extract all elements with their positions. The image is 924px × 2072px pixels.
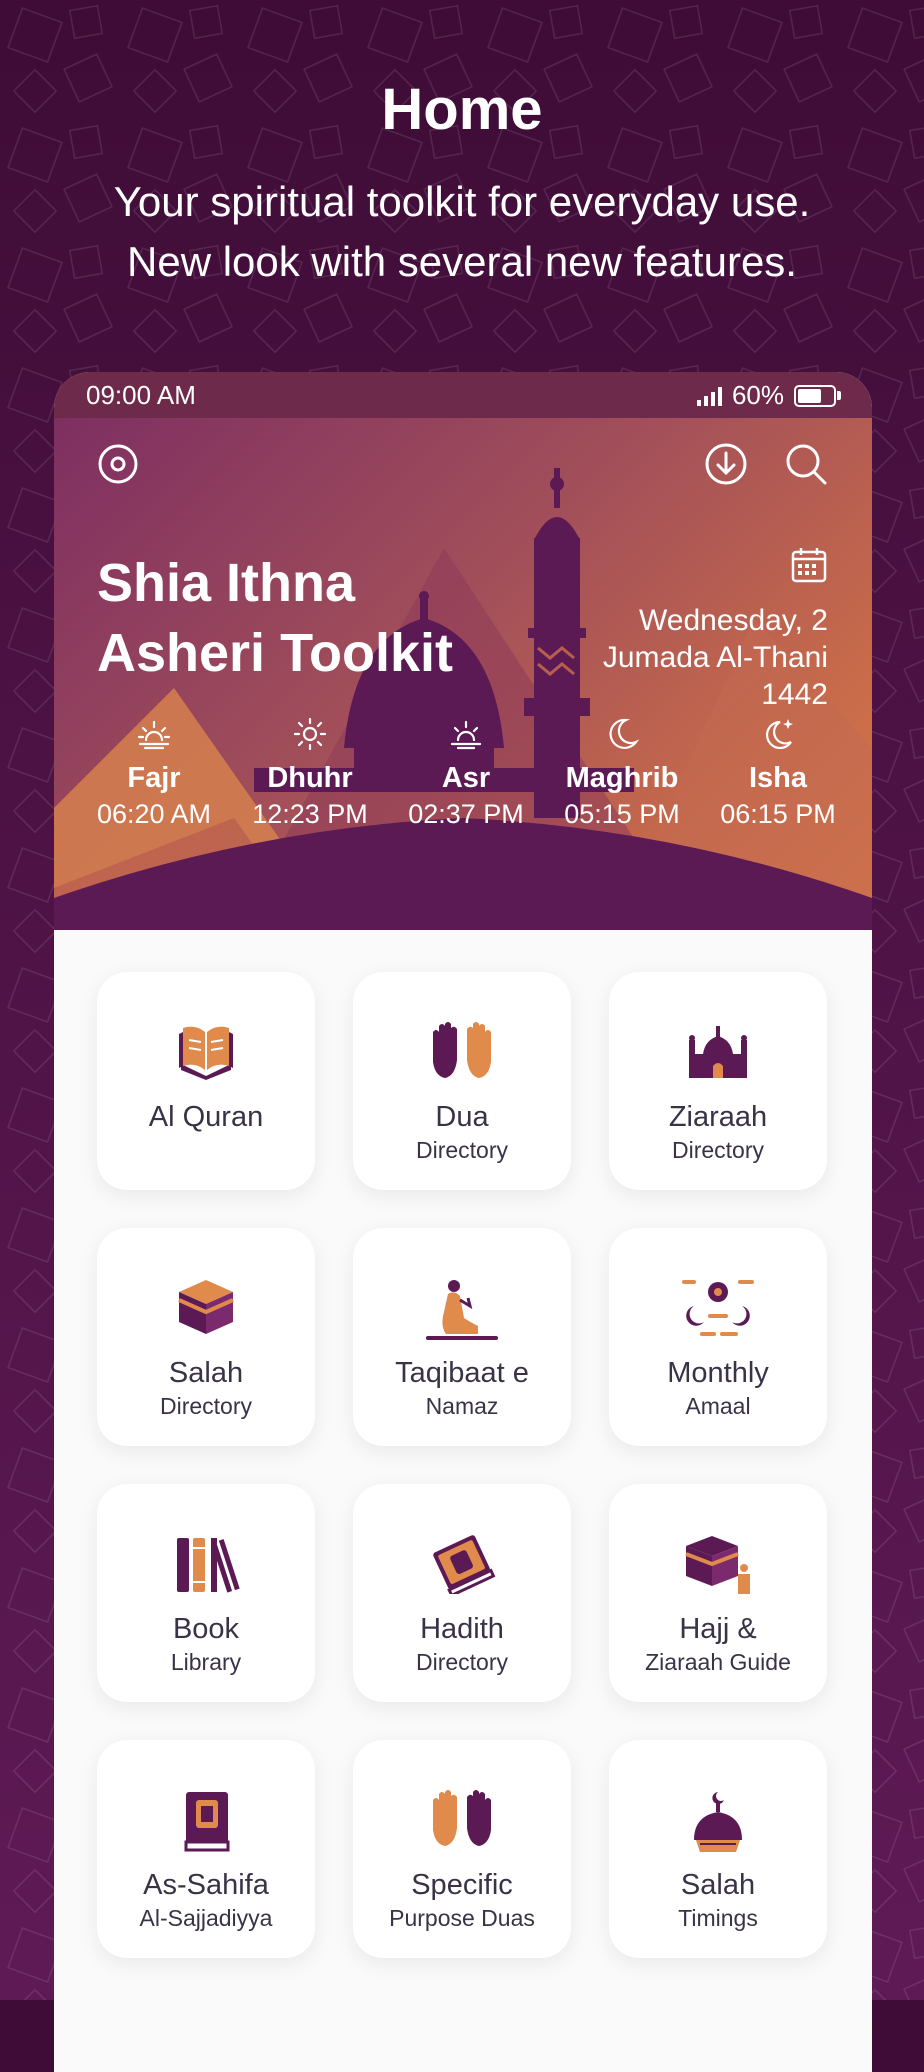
tile-subtitle: Directory: [415, 1137, 508, 1163]
battery-icon: [794, 384, 841, 407]
tile-monthly-amaal[interactable]: Monthly Amaal: [609, 1228, 827, 1446]
tile-dua-directory[interactable]: Dua Directory: [353, 972, 571, 1190]
sahifa-book-icon: [184, 1792, 230, 1852]
prayer-asr[interactable]: Asr 02:37 PM: [388, 714, 544, 832]
app-title: Shia Ithna Asheri Toolkit: [97, 548, 497, 688]
prayer-isha[interactable]: Isha 06:15 PM: [700, 714, 856, 832]
search-icon: [786, 444, 827, 485]
prayer-name: Fajr: [127, 762, 181, 794]
prayer-name: Isha: [748, 762, 808, 794]
mosque-dome-icon: [694, 1792, 742, 1852]
prayer-dhuhr[interactable]: Dhuhr 12:23 PM: [232, 714, 388, 832]
tile-subtitle: Directory: [159, 1393, 252, 1419]
tile-taqibaat-e-namaz[interactable]: Taqibaat e Namaz: [353, 1228, 571, 1446]
lunar-phases-icon: [682, 1280, 754, 1336]
prayer-time: 05:15 PM: [564, 799, 680, 829]
tile-title: Hadith: [420, 1613, 504, 1645]
sun-icon: [293, 717, 327, 751]
tile-subtitle: Library: [170, 1649, 242, 1675]
calendar-button[interactable]: [790, 546, 828, 589]
tile-subtitle: Amaal: [685, 1393, 751, 1419]
tile-subtitle: Purpose Duas: [389, 1905, 535, 1931]
hands-open-icon: [433, 1790, 491, 1846]
tile-salah-directory[interactable]: Salah Directory: [97, 1228, 315, 1446]
tile-hajj-ziaraah-guide[interactable]: Hajj & Ziaraah Guide: [609, 1484, 827, 1702]
tile-subtitle: Ziaraah Guide: [645, 1649, 791, 1675]
moon-icon: [609, 718, 640, 749]
promo-title: Home: [381, 77, 543, 142]
tile-subtitle: Al-Sajjadiyya: [139, 1905, 273, 1931]
status-bar: 09:00 AM 60%: [54, 372, 872, 418]
tile-title: Taqibaat e: [395, 1357, 529, 1389]
prayer-time: 12:23 PM: [252, 799, 368, 829]
signal-icon: [696, 386, 722, 406]
search-button[interactable]: [782, 440, 830, 488]
tile-title: Ziaraah: [668, 1101, 768, 1133]
prayer-time: 02:37 PM: [408, 799, 524, 829]
tile-ziaraah-directory[interactable]: Ziaraah Directory: [609, 972, 827, 1190]
tile-salah-timings[interactable]: Salah Timings: [609, 1740, 827, 1958]
tile-title: Specific: [411, 1869, 513, 1901]
app-title-line: Asheri Toolkit: [97, 623, 454, 683]
hijri-date: Wednesday, 2 Jumada Al-Thani 1442: [528, 602, 828, 713]
praying-hands-icon: [433, 1022, 491, 1078]
prayer-name: Maghrib: [565, 762, 679, 794]
settings-icon: [98, 444, 138, 484]
promo-subtitle: Your spiritual toolkit for everyday use.…: [0, 172, 924, 292]
tile-title: As-Sahifa: [143, 1869, 269, 1901]
tile-title: Salah: [680, 1869, 756, 1901]
hadith-book-icon: [433, 1535, 496, 1594]
kaaba-icon: [178, 1280, 234, 1334]
quran-icon: [179, 1026, 233, 1080]
prayer-time: 06:15 PM: [720, 799, 836, 829]
tile-subtitle: Namaz: [425, 1393, 499, 1419]
promo-subtitle-line: New look with several new features.: [127, 238, 797, 285]
prayer-maghrib[interactable]: Maghrib 05:15 PM: [544, 714, 700, 832]
app-title-line: Shia Ithna: [97, 553, 356, 613]
tile-as-sahifa[interactable]: As-Sahifa Al-Sajjadiyya: [97, 1740, 315, 1958]
tile-subtitle: Directory: [415, 1649, 508, 1675]
date-line: Jumada Al-Thani: [602, 641, 828, 674]
download-icon: [705, 443, 747, 485]
tile-subtitle: Timings: [678, 1905, 758, 1931]
books-icon: [177, 1538, 240, 1593]
download-button[interactable]: [702, 440, 750, 488]
tile-al-quran[interactable]: Al Quran: [97, 972, 315, 1190]
battery-percent: 60%: [731, 380, 784, 410]
tile-title: Book: [172, 1613, 240, 1645]
date-line: 1442: [761, 678, 828, 711]
calendar-icon: [791, 548, 827, 583]
tile-hadith-directory[interactable]: Hadith Directory: [353, 1484, 571, 1702]
status-indicators: 60%: [696, 380, 841, 411]
header-banner: Shia Ithna Asheri Toolkit Wednesday, 2 J…: [54, 418, 872, 930]
tile-subtitle: Directory: [671, 1137, 764, 1163]
phone-screen: 09:00 AM 60% Shia Ithna Asheri Toolkit W…: [54, 372, 872, 2072]
tile-title: Dua: [435, 1101, 489, 1133]
prayer-time: 06:20 AM: [96, 799, 212, 829]
hajj-icon: [685, 1536, 750, 1594]
tile-specific-purpose-duas[interactable]: Specific Purpose Duas: [353, 1740, 571, 1958]
settings-button[interactable]: [94, 440, 142, 488]
date-line: Wednesday, 2: [638, 604, 828, 637]
tile-title: Salah: [168, 1357, 244, 1389]
tile-book-library[interactable]: Book Library: [97, 1484, 315, 1702]
prayer-fajr[interactable]: Fajr 06:20 AM: [76, 714, 232, 832]
shrine-icon: [689, 1026, 747, 1078]
praying-man-icon: [426, 1280, 498, 1340]
prayer-name: Asr: [441, 762, 491, 794]
status-time: 09:00 AM: [86, 380, 196, 410]
moon-star-icon: [765, 719, 793, 750]
sunset-icon: [450, 720, 482, 750]
sunrise-icon: [137, 720, 171, 750]
prayer-name: Dhuhr: [267, 762, 353, 794]
prayer-times-row: Fajr 06:20 AM Dhuhr 12:23 PM Asr 02:37 P…: [76, 714, 856, 832]
promo-subtitle-line: Your spiritual toolkit for everyday use.: [113, 178, 811, 225]
tile-title: Al Quran: [148, 1101, 264, 1133]
tile-title: Hajj &: [679, 1613, 757, 1645]
tile-title: Monthly: [667, 1357, 769, 1389]
